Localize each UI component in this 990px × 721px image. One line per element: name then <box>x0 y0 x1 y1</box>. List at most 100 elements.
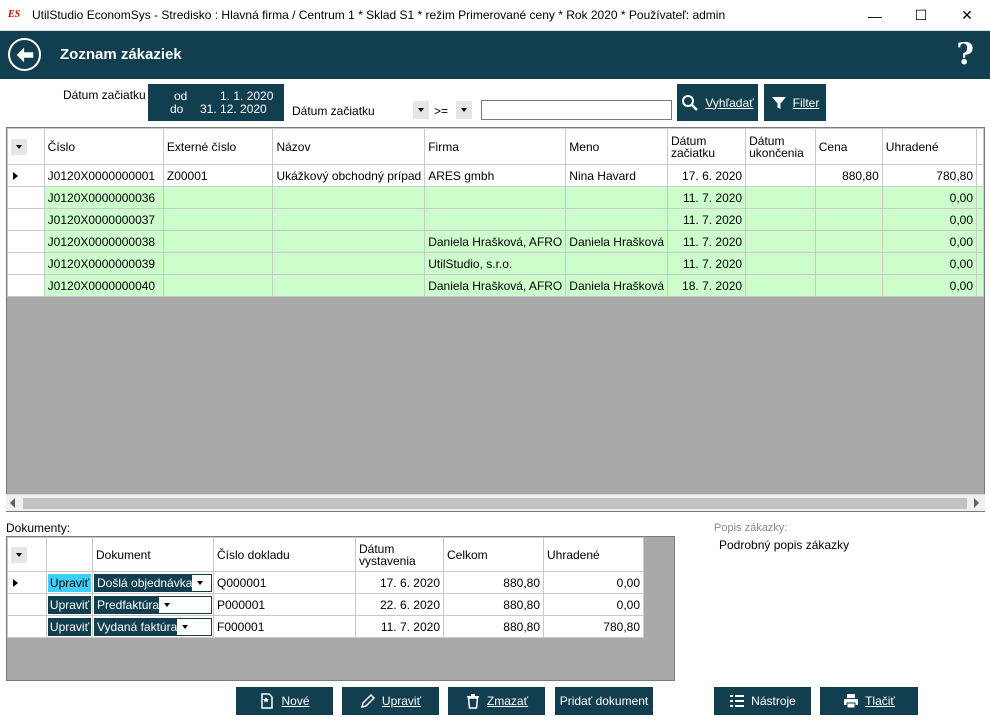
table-cell[interactable]: Daniela Hrašková <box>565 230 668 253</box>
issue-date[interactable]: 22. 6. 2020 <box>355 593 444 616</box>
table-cell[interactable]: 11. 7. 2020 <box>666 186 747 209</box>
paid-amount[interactable]: 0,00 <box>543 571 644 594</box>
table-cell[interactable]: Daniela Hrašková <box>565 274 668 297</box>
table-cell[interactable] <box>162 274 274 297</box>
document-row[interactable]: Upraviť Došlá objednávka Q000001 17. 6. 202… <box>7 571 644 594</box>
search-button[interactable]: Vyhľadať <box>677 84 758 121</box>
column-header[interactable]: Firma <box>424 128 567 165</box>
table-cell[interactable] <box>565 208 668 231</box>
table-cell[interactable] <box>272 252 426 275</box>
table-cell[interactable]: 0,00 <box>881 252 978 275</box>
table-cell[interactable] <box>272 186 426 209</box>
total-amount[interactable]: 880,80 <box>443 615 544 638</box>
doc-column-header[interactable]: Uhradené <box>543 537 644 572</box>
row-selector[interactable] <box>7 593 47 616</box>
table-cell[interactable] <box>814 252 883 275</box>
table-cell[interactable]: 11. 7. 2020 <box>666 230 747 253</box>
table-cell[interactable]: Ukážkový obchodný prípad <box>272 164 426 187</box>
table-cell[interactable]: 11. 7. 2020 <box>666 252 747 275</box>
documents-grid[interactable]: Dokument Číslo dokladu Dátum vystavenia Cel… <box>6 536 675 681</box>
column-header[interactable]: Uhradené <box>881 128 978 165</box>
table-cell[interactable]: 11. 7. 2020 <box>666 208 747 231</box>
row-selector[interactable] <box>7 230 45 253</box>
scroll-right-arrow[interactable] <box>974 498 979 508</box>
document-number[interactable]: Q000001 <box>213 571 356 594</box>
document-type-cell[interactable]: Došlá objednávka <box>92 571 214 594</box>
scroll-thumb[interactable] <box>23 498 967 509</box>
table-cell[interactable] <box>162 208 274 231</box>
table-cell[interactable] <box>162 186 274 209</box>
edit-button[interactable]: Upraviť <box>342 687 439 715</box>
total-amount[interactable]: 880,80 <box>443 593 544 616</box>
row-selector[interactable] <box>7 274 45 297</box>
edit-document-button[interactable]: Upraviť <box>48 573 91 592</box>
table-cell[interactable] <box>162 230 274 253</box>
table-row[interactable]: J0120X0000000036 11. 7. 2020 0,00 <box>7 186 984 209</box>
table-cell[interactable] <box>745 274 816 297</box>
close-button[interactable]: ✕ <box>944 0 990 31</box>
orders-grid[interactable]: Číslo Externé číslo Názov Firma Meno Dátum za… <box>6 127 985 512</box>
row-selector[interactable] <box>7 164 45 187</box>
doc-column-header[interactable]: Celkom <box>443 537 544 572</box>
edit-document-cell[interactable]: Upraviť <box>46 571 93 594</box>
table-cell[interactable]: J0120X0000000039 <box>43 252 164 275</box>
document-type-cell[interactable]: Vydaná faktúra <box>92 615 214 638</box>
table-cell[interactable] <box>565 252 668 275</box>
help-icon[interactable]: ? <box>956 37 974 72</box>
table-cell[interactable] <box>745 208 816 231</box>
print-button[interactable]: Tlačiť <box>820 687 918 715</box>
document-type-select[interactable]: Vydaná faktúra <box>94 617 212 636</box>
edit-document-button[interactable]: Upraviť <box>48 595 91 614</box>
table-row[interactable]: J0120X0000000001 Z00001 Ukážkový obchodný … <box>7 164 984 187</box>
column-chooser[interactable] <box>7 128 45 165</box>
table-cell[interactable]: J0120X0000000040 <box>43 274 164 297</box>
maximize-button[interactable]: ☐ <box>898 0 944 31</box>
column-header[interactable]: Meno <box>565 128 668 165</box>
horizontal-scrollbar[interactable] <box>6 494 985 511</box>
table-cell[interactable]: 880,80 <box>814 164 883 187</box>
table-cell[interactable]: J0120X0000000036 <box>43 186 164 209</box>
table-cell[interactable]: Daniela Hrašková, AFRO <box>424 274 567 297</box>
column-header[interactable]: Názov <box>272 128 426 165</box>
column-header[interactable]: Dátum začiatku <box>666 128 747 165</box>
scroll-left-arrow[interactable] <box>10 498 15 508</box>
document-type-cell[interactable]: Predfaktúra <box>92 593 214 616</box>
field-dropdown-arrow[interactable] <box>413 101 429 119</box>
document-row[interactable]: Upraviť Predfaktúra P000001 22. 6. 2020 880,… <box>7 593 644 616</box>
table-cell[interactable]: 780,80 <box>881 164 978 187</box>
issue-date[interactable]: 17. 6. 2020 <box>355 571 444 594</box>
row-selector[interactable] <box>7 252 45 275</box>
table-cell[interactable]: Z00001 <box>162 164 274 187</box>
filter-field-select[interactable]: Dátum začiatku <box>292 104 375 118</box>
table-cell[interactable]: 0,00 <box>881 274 978 297</box>
table-cell[interactable] <box>745 230 816 253</box>
delete-button[interactable]: Zmazať <box>448 687 545 715</box>
filter-button[interactable]: Filter <box>764 84 826 121</box>
table-row[interactable]: J0120X0000000040 Daniela Hrašková, AFRO Da… <box>7 274 984 297</box>
operator-dropdown-arrow[interactable] <box>456 101 472 119</box>
table-cell[interactable] <box>814 274 883 297</box>
column-header[interactable]: Dátum ukončenia <box>745 128 816 165</box>
table-cell[interactable] <box>565 186 668 209</box>
table-cell[interactable] <box>814 230 883 253</box>
table-cell[interactable] <box>162 252 274 275</box>
issue-date[interactable]: 11. 7. 2020 <box>355 615 444 638</box>
minimize-button[interactable]: — <box>852 0 898 31</box>
add-document-button[interactable]: Pridať dokument <box>555 687 653 715</box>
edit-document-cell[interactable]: Upraviť <box>46 593 93 616</box>
table-cell[interactable]: Nina Havard <box>565 164 668 187</box>
column-header[interactable]: Externé číslo <box>162 128 274 165</box>
table-cell[interactable] <box>424 208 567 231</box>
document-type-select[interactable]: Došlá objednávka <box>94 573 212 592</box>
table-cell[interactable]: 18. 7. 2020 <box>666 274 747 297</box>
chevron-down-icon[interactable] <box>11 138 27 155</box>
column-header[interactable]: Cena <box>814 128 883 165</box>
chevron-down-icon[interactable] <box>177 618 211 635</box>
doc-column-header[interactable]: Číslo dokladu <box>213 537 356 572</box>
table-cell[interactable]: 0,00 <box>881 186 978 209</box>
back-button[interactable] <box>8 38 41 71</box>
table-cell[interactable]: UtilStudio, s.r.o. <box>424 252 567 275</box>
table-row[interactable]: J0120X0000000037 11. 7. 2020 0,00 <box>7 208 984 231</box>
doc-column-chooser[interactable] <box>7 537 47 572</box>
table-cell[interactable] <box>814 186 883 209</box>
